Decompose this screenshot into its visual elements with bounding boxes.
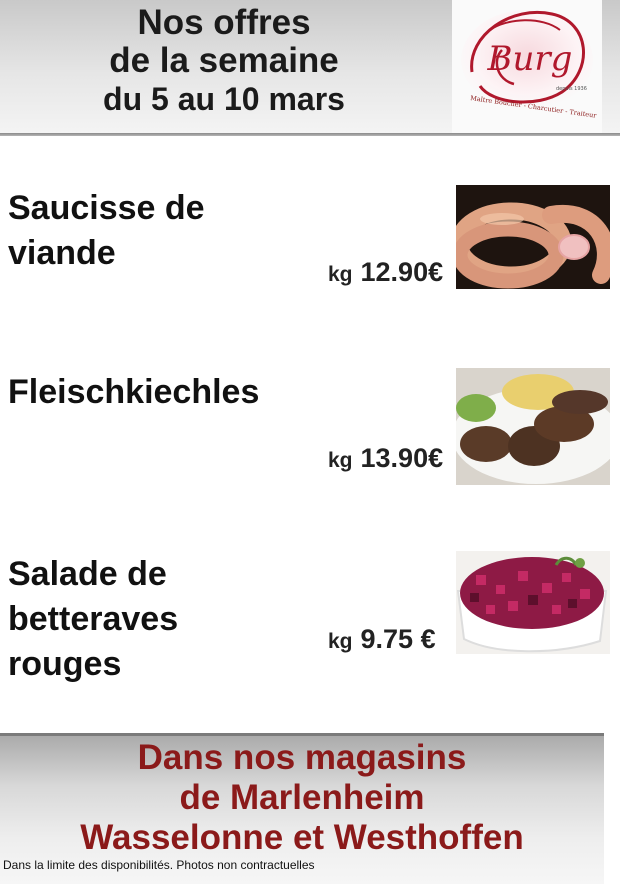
price-unit: kg bbox=[328, 449, 353, 472]
title-line-1: Nos offres bbox=[137, 3, 311, 42]
fleischkiechles-photo bbox=[456, 368, 610, 485]
betteraves-photo bbox=[456, 551, 610, 654]
stores-message: Dans nos magasins de Marlenheim Wasselon… bbox=[0, 738, 604, 858]
header-divider bbox=[0, 133, 620, 136]
burg-logo: Burg depuis 1936 Maître Boucher - Charcu… bbox=[452, 0, 602, 133]
price-fleischkiechles: kg 13.90€ bbox=[328, 443, 443, 474]
product-name-line: rouges bbox=[8, 645, 122, 683]
logo-since: depuis 1936 bbox=[556, 86, 587, 92]
price-salade-betteraves: kg 9.75 € bbox=[328, 624, 436, 655]
price-unit: kg bbox=[328, 630, 353, 653]
price-unit: kg bbox=[328, 263, 353, 286]
product-name-line: viande bbox=[8, 234, 116, 272]
header-banner: Nos offres de la semaine du 5 au 10 mars… bbox=[0, 0, 620, 134]
title-line-3-dates: du 5 au 10 mars bbox=[103, 81, 345, 117]
price-amount: 9.75 € bbox=[360, 624, 436, 654]
product-name-salade-betteraves: Salade de betteraves rouges bbox=[8, 552, 178, 687]
price-amount: 13.90€ bbox=[360, 443, 444, 473]
price-amount: 12.90€ bbox=[360, 257, 444, 287]
product-name-line: Saucisse de bbox=[8, 189, 205, 227]
product-name-saucisse: Saucisse de viande bbox=[8, 186, 205, 276]
product-name-line: betteraves bbox=[8, 600, 179, 638]
footer-divider bbox=[0, 733, 604, 736]
price-saucisse: kg 12.90€ bbox=[328, 257, 443, 288]
product-name-line: Fleischkiechles bbox=[8, 373, 260, 411]
stores-line-2: de Marlenheim bbox=[179, 778, 425, 817]
stores-line-3: Wasselonne et Westhoffen bbox=[80, 818, 524, 857]
product-name-line: Salade de bbox=[8, 555, 167, 593]
stores-line-1: Dans nos magasins bbox=[137, 738, 467, 777]
title-line-2: de la semaine bbox=[109, 41, 339, 80]
logo-wordmark: Burg bbox=[487, 39, 573, 79]
page-title: Nos offres de la semaine du 5 au 10 mars bbox=[0, 4, 448, 118]
disclaimer: Dans la limite des disponibilités. Photo… bbox=[3, 858, 315, 872]
product-name-fleischkiechles: Fleischkiechles bbox=[8, 370, 259, 415]
saucisse-photo bbox=[456, 185, 610, 289]
